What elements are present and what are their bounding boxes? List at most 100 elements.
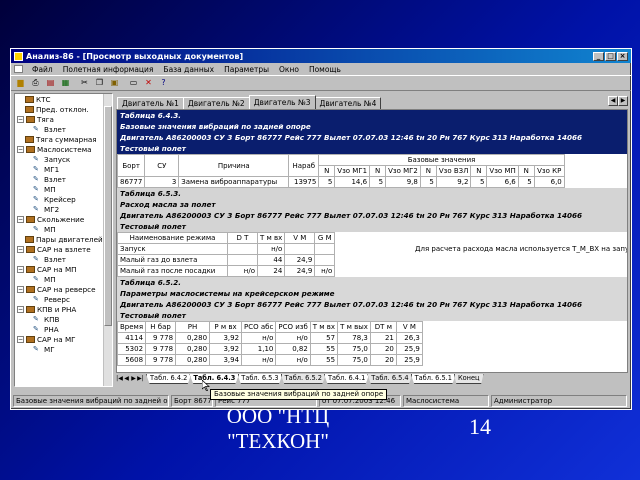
tree-item-label: Тяга суммарная	[36, 134, 97, 144]
tree-item[interactable]: − САР на реверсе	[15, 284, 112, 294]
navigation-tree[interactable]: КТС Пред. отклон. − Тяга ✎ Взлет Тяга суммарна…	[14, 93, 113, 387]
table-row: Малый газ до взлета 44 24,9	[117, 254, 336, 266]
tree-item[interactable]: КТС	[15, 94, 112, 104]
menu-flight-info[interactable]: Полетная информация	[58, 65, 159, 74]
prev-sheet-icon[interactable]: ◀	[123, 374, 130, 383]
table-cell: н/о	[275, 332, 311, 344]
title-bar[interactable]: Анализ-86 - [Просмотр выходных документо…	[11, 49, 631, 63]
tree-item[interactable]: − САР на МП	[15, 264, 112, 274]
tab-engine-2[interactable]: Двигатель №2	[182, 97, 250, 109]
scroll-thumb[interactable]	[104, 106, 112, 326]
tree-item[interactable]: Пред. отклон.	[15, 104, 112, 114]
toolbar: ▆ ⎙ ▤ ▦ ✂ ❐ ▣ ▭ ✕ ?	[11, 75, 631, 91]
tree-item[interactable]: ✎ МП	[15, 274, 112, 284]
tree-expander-icon[interactable]: −	[17, 215, 24, 223]
table-cell: 25,9	[395, 343, 423, 355]
copy-icon[interactable]: ❐	[93, 77, 106, 89]
help-icon[interactable]: ?	[157, 77, 170, 89]
tree-item[interactable]: ✎ МГ2	[15, 204, 112, 214]
column-header: N	[470, 165, 488, 177]
tab-engine-1[interactable]: Двигатель №1	[117, 97, 184, 109]
report-sheet[interactable]: Таблица 6.4.3. Базовые значения вибраций…	[116, 109, 628, 373]
tree-expander-icon[interactable]: −	[17, 265, 24, 273]
sheet-tab[interactable]: Табл. 6.5.3	[237, 374, 283, 384]
menu-database[interactable]: База данных	[158, 65, 219, 74]
open-icon[interactable]: ▆	[14, 77, 27, 89]
tree-scrollbar[interactable]	[103, 94, 112, 386]
tree-item[interactable]: Тяга суммарная	[15, 134, 112, 144]
table-cell: 24	[256, 265, 286, 277]
close-button[interactable]: ×	[617, 51, 628, 61]
tree-item[interactable]: ✎ Взлет	[15, 124, 112, 134]
tree-item[interactable]: − КПВ и РНА	[15, 304, 112, 314]
close-icon[interactable]: ✕	[142, 77, 155, 89]
tab-engine-3[interactable]: Двигатель №3	[248, 95, 316, 109]
tree-item[interactable]: ✎ МП	[15, 224, 112, 234]
table-cell: 86777	[117, 176, 146, 188]
column-header: T м вх	[256, 232, 286, 244]
table-icon[interactable]: ▦	[59, 77, 72, 89]
sheet-tab[interactable]: Табл. 6.4.3	[189, 374, 240, 384]
section-flight: Тестовый полет	[117, 221, 627, 232]
menu-window[interactable]: Окно	[274, 65, 304, 74]
paste-icon[interactable]: ▣	[108, 77, 121, 89]
sheet-tab[interactable]: Табл. 6.5.2	[280, 374, 326, 384]
next-sheet-icon[interactable]: ▶	[130, 374, 137, 383]
first-sheet-icon[interactable]: |◀	[116, 374, 123, 383]
tree-expander-icon[interactable]: −	[17, 115, 24, 123]
chevron-left-icon[interactable]: ◀	[608, 96, 618, 106]
tree-item[interactable]: − САР на МГ	[15, 334, 112, 344]
page-icon: ✎	[33, 154, 39, 163]
table-cell: 0,280	[175, 354, 211, 366]
minimize-button[interactable]: _	[593, 51, 604, 61]
sheet-tab[interactable]: Табл. 6.5.1	[410, 374, 456, 384]
menu-parameters[interactable]: Параметры	[219, 65, 274, 74]
page-icon: ✎	[33, 124, 39, 133]
sheet-tab[interactable]: Конец	[453, 374, 484, 384]
tree-expander-icon[interactable]: −	[17, 305, 24, 313]
tree-item[interactable]: − САР на взлете	[15, 244, 112, 254]
sheet-tab[interactable]: Табл. 6.5.4	[367, 374, 413, 384]
tree-item[interactable]: ✎ Запуск	[15, 154, 112, 164]
tree-item[interactable]: ✎ РНА	[15, 324, 112, 334]
tree-item[interactable]: ✎ Реверс	[15, 294, 112, 304]
table-cell: 13975	[288, 176, 320, 188]
tree-item[interactable]: ✎ МГ	[15, 344, 112, 354]
tree-item[interactable]: ✎ МП	[15, 184, 112, 194]
column-header: Vзо МГ1	[334, 165, 371, 177]
document-icon[interactable]: ▭	[127, 77, 140, 89]
document-icon[interactable]	[14, 65, 23, 73]
tree-item[interactable]: ✎ Взлет	[15, 174, 112, 184]
section-title: Таблица 6.4.3.	[117, 110, 627, 121]
chart-icon[interactable]: ▤	[44, 77, 57, 89]
menu-file[interactable]: Файл	[27, 65, 58, 74]
tree-expander-icon[interactable]: −	[17, 285, 24, 293]
tree-item[interactable]: ✎ МГ1	[15, 164, 112, 174]
tree-item[interactable]: ✎ КПВ	[15, 314, 112, 324]
tree-item[interactable]: Пары двигателей	[15, 234, 112, 244]
printer-icon[interactable]: ⎙	[29, 77, 42, 89]
table-header-row: Наименование режима D TT м вх V MG M	[117, 232, 336, 244]
chevron-right-icon[interactable]: ▶	[618, 96, 628, 106]
last-sheet-icon[interactable]: ▶|	[137, 374, 144, 383]
tab-engine-4[interactable]: Двигатель №4	[314, 97, 382, 109]
book-icon	[25, 105, 34, 113]
table-cell: 44	[256, 254, 286, 266]
tree-item-label: Запуск	[44, 154, 71, 164]
section-info: Двигатель А86200003 СУ 3 Борт 86777 Рейс…	[117, 299, 627, 310]
tree-item[interactable]: ✎ Крейсер	[15, 194, 112, 204]
scissors-icon[interactable]: ✂	[78, 77, 91, 89]
sheet-tab[interactable]: Табл. 6.4.1	[323, 374, 370, 384]
tree-expander-icon[interactable]: −	[17, 245, 24, 253]
tree-item[interactable]: − Скольжение	[15, 214, 112, 224]
menu-bar: Файл Полетная информация База данных Пар…	[11, 63, 631, 75]
tree-item[interactable]: ✎ Взлет	[15, 254, 112, 264]
menu-help[interactable]: Помощь	[304, 65, 346, 74]
tree-item[interactable]: − Маслосистема	[15, 144, 112, 154]
maximize-button[interactable]: □	[605, 51, 616, 61]
sheet-tab[interactable]: Табл. 6.4.2	[146, 374, 192, 384]
tree-item[interactable]: − Тяга	[15, 114, 112, 124]
tree-expander-icon[interactable]: −	[17, 145, 24, 153]
tree-expander-icon[interactable]: −	[17, 335, 24, 343]
table-cell: н/о	[227, 265, 258, 277]
